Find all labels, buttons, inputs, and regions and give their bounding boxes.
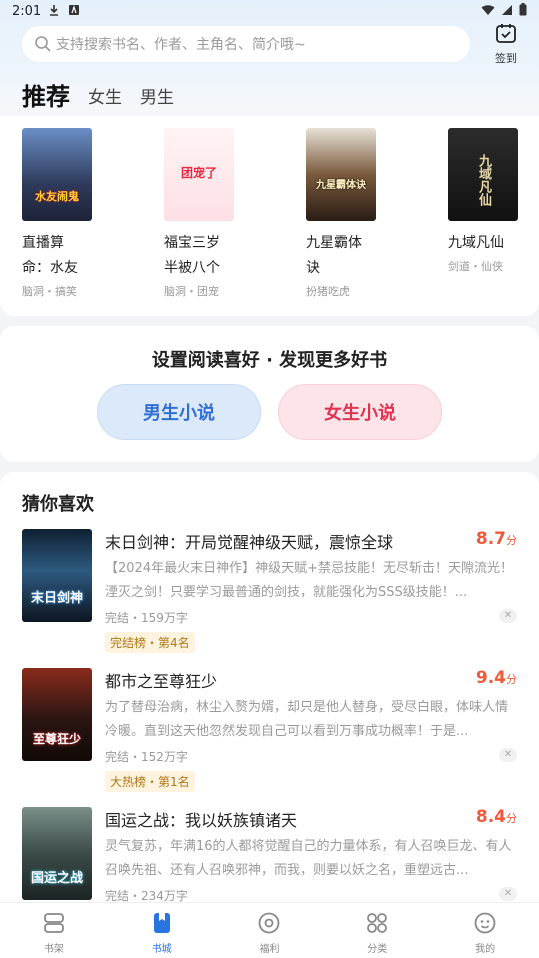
cover-text: 末日剑神 (30, 591, 83, 606)
recommend-section: 水友闹鬼 直播算命：水友 脑洞・搞笑 团宠了 福宝三岁半被八个 脑洞・团宠 九星… (0, 116, 539, 316)
status-bar: 2:01 (0, 0, 539, 24)
search-placeholder: 支持搜索书名、作者、主角名、简介哦~ (56, 37, 306, 53)
book-description: 灵气复苏，年满16的人都将觉醒自己的力量体系，有人召唤巨龙、有人召唤先祖、还有人… (105, 839, 512, 878)
book-title: 末日剑神：开局觉醒神级天赋，震惊全球 (105, 533, 394, 552)
calendar-check-icon (495, 24, 517, 48)
battery-icon (519, 3, 527, 19)
book-cover: 团宠了 (164, 128, 234, 221)
score-unit: 分 (506, 673, 517, 686)
book-description: 【2024年最火末日神作】神级天赋+禁忌技能！无尽斩击！天隙流光！湮灭之剑！只要… (105, 561, 513, 600)
score-value: 8.4 (475, 807, 506, 827)
cover-text: 九星霸体诀 (316, 180, 366, 191)
book-score: 8.7分 (476, 529, 517, 549)
nav-category[interactable]: 分类 (323, 903, 431, 958)
cover-text: 九域凡仙 (476, 154, 491, 206)
recommend-book[interactable]: 九星霸体诀 九星霸体诀 扮猪吃虎 (306, 128, 396, 299)
bookshelf-icon (42, 913, 66, 939)
reading-preference-section: 设置阅读喜好 · 发现更多好书 男生小说 女生小说 (0, 326, 539, 462)
guess-you-like-section: 猜你喜欢 末日剑神 末日剑神：开局觉醒神级天赋，震惊全球 8.7分 【2024年… (0, 472, 539, 912)
recommend-book[interactable]: 水友闹鬼 直播算命：水友 脑洞・搞笑 (22, 128, 112, 299)
nav-welfare[interactable]: 福利 (216, 903, 324, 958)
book-cover: 至尊狂少 (22, 668, 92, 761)
cover-text: 国运之战 (30, 871, 83, 886)
recommend-book[interactable]: 九域凡仙 九域凡仙 剑道・仙侠 (448, 128, 538, 274)
download-icon (48, 4, 60, 20)
score-value: 8.7 (475, 529, 506, 549)
book-cover: 末日剑神 (22, 529, 92, 622)
female-novel-button[interactable]: 女生小说 (278, 384, 442, 440)
status-time: 2:01 (12, 4, 42, 19)
cover-text: 至尊狂少 (32, 732, 81, 746)
tab-male[interactable]: 男生 (140, 83, 174, 114)
dislike-close-icon[interactable]: ✕ (499, 609, 517, 623)
app-notification-icon (68, 4, 80, 19)
list-item[interactable]: 末日剑神 末日剑神：开局觉醒神级天赋，震惊全球 8.7分 【2024年最火末日神… (0, 529, 539, 669)
preference-title: 设置阅读喜好 · 发现更多好书 (151, 350, 388, 371)
book-title: 直播算命：水友 (22, 235, 78, 276)
cover-text: 水友闹鬼 (35, 190, 79, 203)
tab-recommend-label: 推荐 (22, 83, 70, 111)
book-meta: 完结・152万字 (105, 750, 188, 764)
cover-text: 团宠了 (180, 166, 217, 180)
score-value: 9.4 (475, 668, 506, 688)
book-score: 8.4分 (476, 807, 517, 827)
list-item[interactable]: 至尊狂少 都市之至尊狂少 9.4分 为了替母治病，林尘入赘为婿，却只是他人替身，… (0, 668, 539, 808)
nav-bookstore[interactable]: 书城 (108, 903, 216, 958)
signal-icon (501, 4, 513, 19)
welfare-icon (257, 912, 281, 939)
nav-profile[interactable]: 我的 (431, 903, 539, 958)
nav-label: 福利 (259, 944, 280, 955)
tab-recommend[interactable]: 推荐 (22, 77, 70, 120)
rank-badge: 完结榜・第4名 (105, 632, 195, 653)
tab-male-label: 男生 (140, 88, 174, 108)
tab-female[interactable]: 女生 (88, 83, 122, 114)
book-title: 九域凡仙 (448, 235, 504, 251)
category-tabs: 推荐 女生 男生 (22, 74, 174, 120)
book-tags: 脑洞・搞笑 (22, 285, 77, 298)
book-title: 国运之战：我以妖族镇诸天 (105, 811, 298, 830)
recommend-book[interactable]: 团宠了 福宝三岁半被八个 脑洞・团宠 (164, 128, 254, 299)
book-cover: 水友闹鬼 (22, 128, 92, 221)
dislike-close-icon[interactable]: ✕ (499, 887, 517, 901)
search-icon (34, 35, 52, 53)
rank-badge: 大热榜・第1名 (105, 771, 195, 792)
book-meta: 完结・159万字 (105, 611, 188, 625)
nav-label: 书架 (43, 944, 64, 955)
bookstore-icon (150, 913, 174, 939)
nav-bookshelf[interactable]: 书架 (0, 903, 108, 958)
book-title: 福宝三岁半被八个 (164, 235, 220, 276)
book-tags: 剑道・仙侠 (448, 260, 503, 273)
list-item[interactable]: 国运之战 国运之战：我以妖族镇诸天 8.4分 灵气复苏，年满16的人都将觉醒自己… (0, 807, 539, 912)
section-title: 猜你喜欢 (22, 494, 94, 515)
tab-female-label: 女生 (88, 88, 122, 108)
bottom-navigation: 书架 书城 福利 分类 我的 (0, 902, 539, 958)
nav-label: 我的 (475, 944, 496, 955)
book-title: 都市之至尊狂少 (105, 672, 218, 691)
book-tags: 扮猪吃虎 (306, 285, 350, 298)
category-icon (365, 913, 389, 939)
book-tags: 脑洞・团宠 (164, 285, 219, 298)
book-cover: 九域凡仙 (448, 128, 518, 221)
nav-label: 书城 (151, 944, 172, 955)
book-cover: 国运之战 (22, 807, 92, 900)
score-unit: 分 (506, 812, 517, 825)
wifi-icon (481, 4, 495, 19)
score-unit: 分 (506, 534, 517, 547)
dislike-close-icon[interactable]: ✕ (499, 748, 517, 762)
male-novel-button[interactable]: 男生小说 (97, 384, 261, 440)
search-input[interactable]: 支持搜索书名、作者、主角名、简介哦~ (22, 26, 470, 62)
signin-label: 签到 (495, 52, 517, 65)
profile-icon (473, 912, 497, 939)
book-score: 9.4分 (476, 668, 517, 688)
book-description: 为了替母治病，林尘入赘为婿，却只是他人替身，受尽白眼，体味人情冷暖。直到这天他忽… (105, 700, 509, 739)
signin-button[interactable]: 签到 (486, 22, 526, 66)
status-right (481, 3, 527, 19)
book-cover: 九星霸体诀 (306, 128, 376, 221)
nav-label: 分类 (367, 944, 388, 955)
book-title: 九星霸体诀 (306, 235, 362, 276)
